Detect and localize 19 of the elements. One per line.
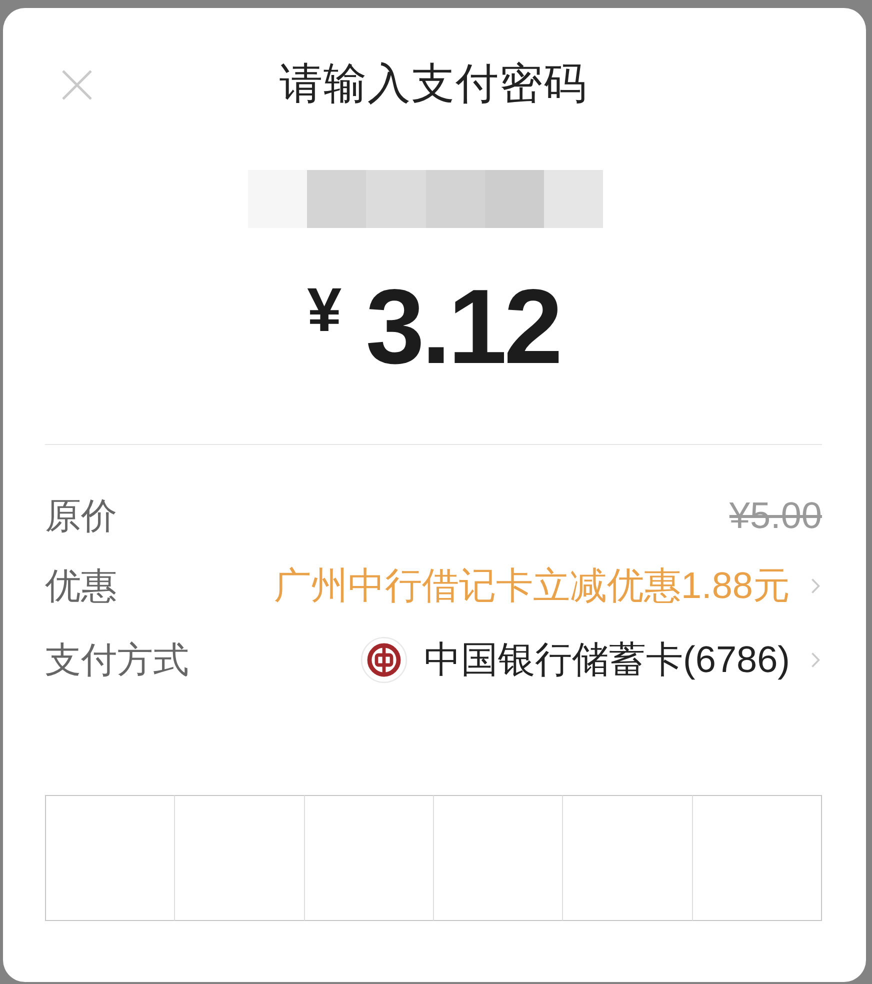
row-label: 优惠 (45, 564, 117, 608)
original-price-text: ¥5.00 (729, 494, 822, 538)
payment-amount: 3.12 (366, 274, 560, 380)
currency-symbol: ¥ (307, 280, 342, 342)
dialog-title: 请输入支付密码 (280, 59, 588, 110)
payment-method-text[interactable]: 中国银行储蓄卡(6786) (424, 638, 790, 682)
close-button[interactable] (61, 69, 93, 101)
password-digit-field[interactable] (562, 795, 692, 921)
password-digit-field[interactable] (692, 795, 822, 921)
bank-logo-icon (361, 637, 408, 683)
password-digit-field[interactable] (45, 795, 174, 921)
password-digit-field[interactable] (432, 795, 562, 921)
password-digit-field[interactable] (174, 795, 304, 921)
row-label: 支付方式 (45, 638, 189, 682)
chevron-icon (811, 652, 820, 668)
password-digit-field[interactable] (304, 795, 433, 921)
row-label: 原价 (45, 494, 117, 538)
chevron-icon (811, 578, 820, 594)
close-icon (61, 69, 93, 101)
